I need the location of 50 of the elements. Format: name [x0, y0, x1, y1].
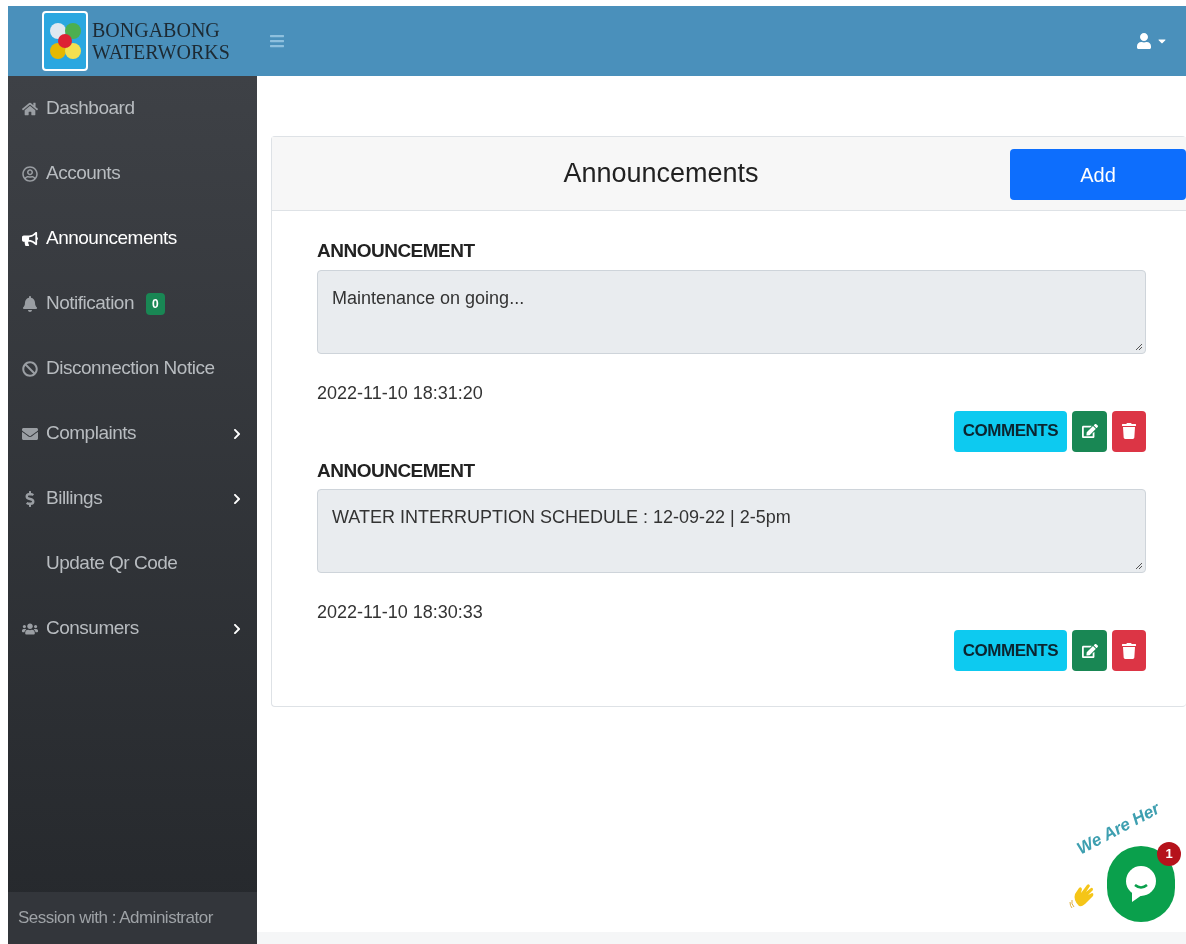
menu-item-icon	[22, 425, 38, 442]
edit-button[interactable]	[1072, 630, 1107, 671]
edit-icon	[1081, 423, 1098, 439]
chevron-right-icon[interactable]	[231, 492, 243, 505]
sidebar-item[interactable]: Notification	[46, 289, 134, 318]
chat-count-badge: 1	[1157, 842, 1181, 866]
sidebar-item[interactable]: Billings	[46, 484, 103, 513]
sidebar-item[interactable]: Complaints	[46, 419, 137, 448]
menu-item-icon	[22, 360, 38, 377]
logo-text: WATERWORKS	[92, 41, 230, 63]
chat-bubble-icon	[1126, 866, 1156, 902]
sidebar-item[interactable]: Disconnection Notice	[46, 354, 215, 383]
sidebar-item[interactable]: Announcements	[46, 224, 177, 253]
user-menu[interactable]	[1136, 33, 1168, 49]
logo-text: BONGABONG	[92, 19, 221, 41]
menu-item-icon	[22, 100, 38, 117]
delete-button[interactable]	[1112, 630, 1146, 671]
chevron-right-icon[interactable]	[231, 622, 243, 635]
chevron-right-icon[interactable]	[231, 427, 243, 440]
announcement-text: Maintenance on going...	[332, 287, 525, 308]
edit-button[interactable]	[1072, 410, 1107, 452]
announcement-date: 2022-11-10 18:31:20	[317, 381, 484, 405]
user-icon	[1136, 33, 1152, 49]
menu-item-icon	[22, 295, 38, 312]
sidebar-item[interactable]: Update Qr Code	[46, 549, 178, 578]
resize-handle-icon	[1134, 341, 1143, 351]
announcement-textarea[interactable]: Maintenance on going...	[317, 269, 1146, 354]
card-title: Announcements	[562, 157, 760, 191]
chat-button[interactable]	[1107, 846, 1175, 922]
sidebar-item[interactable]: Consumers	[46, 614, 139, 643]
menu-item-icon	[22, 165, 38, 182]
trash-icon	[1121, 423, 1137, 439]
delete-button[interactable]	[1112, 410, 1146, 452]
notification-count-badge: 0	[146, 292, 165, 315]
announcement-date: 2022-11-10 18:30:33	[317, 601, 484, 624]
trash-icon	[1121, 642, 1137, 659]
announcement-heading: ANNOUNCEMENT	[317, 458, 476, 483]
announcement-heading: ANNOUNCEMENT	[317, 239, 476, 263]
logo-drawing	[42, 11, 88, 71]
comments-button[interactable]: COMMENTS	[953, 630, 1067, 671]
add-button[interactable]: Add	[1010, 149, 1186, 200]
comments-button[interactable]: COMMENTS	[953, 410, 1067, 452]
sidebar-item[interactable]: Dashboard	[46, 94, 135, 123]
menu-item-icon	[22, 230, 38, 247]
announcement-text: WATER INTERRUPTION SCHEDULE : 12-09-22 | 2-5pm	[332, 507, 791, 527]
session-text: Session with : Administrator	[18, 907, 213, 930]
resize-handle-icon	[1134, 561, 1143, 570]
edit-icon	[1081, 642, 1098, 659]
sidebar-item[interactable]: Accounts	[46, 159, 121, 188]
announcement-textarea[interactable]: WATER INTERRUPTION SCHEDULE : 12-09-22 | 2-5pm	[317, 489, 1146, 573]
